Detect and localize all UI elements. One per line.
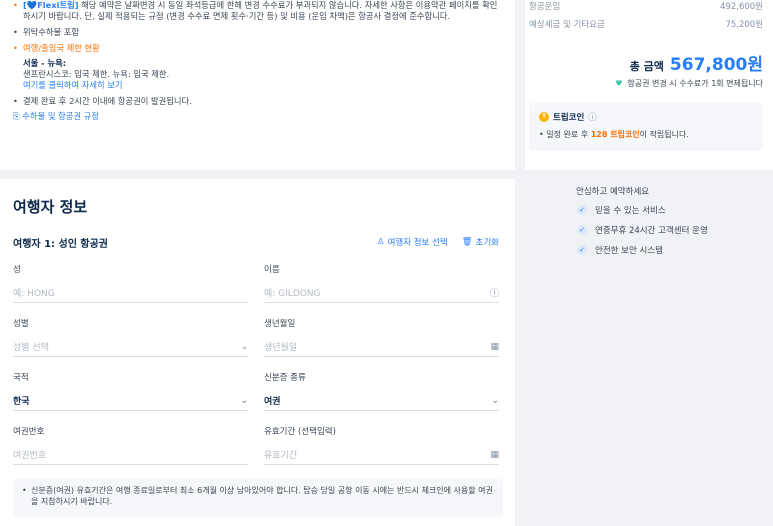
given-name-field: 이름 예: GILDONG ⓘ — [264, 263, 499, 303]
chevron-down-icon: ⌄ — [491, 395, 499, 406]
birthdate-field: 생년월일 생년월일 ▦ — [264, 317, 499, 357]
select-traveler-button[interactable]: ♙ 여행자 정보 선택 — [377, 236, 448, 248]
assurance-panel: 안심하고 예약하세요 ✓ 믿을 수 있는 서비스 ✓ 연중무휴 24시간 고객센… — [525, 179, 773, 279]
trash-icon: 🗑 — [461, 237, 473, 247]
restriction-title: 여행/출입국 제한 현황 — [23, 43, 100, 53]
assurance-item: ✓ 안전한 보안 시스템 — [577, 244, 663, 256]
flexi-note: • [💙Flexi트립] 해당 예약은 날짜변경 시 동일 좌석등급에 한해 변… — [13, 0, 498, 21]
baggage-rules-link[interactable]: ⎘ 수하물 및 항공권 규정 — [13, 111, 503, 122]
flexi-tag: [💙Flexi트립] — [23, 0, 79, 10]
chevron-down-icon: ⌄ — [240, 341, 248, 352]
traveler-heading: 여행자 1: 성인 항공권 — [13, 239, 109, 250]
assurance-item: ✓ 연중무휴 24시간 고객센터 운영 — [577, 224, 708, 236]
restriction-note: • 여행/출입국 제한 현황 — [13, 43, 100, 53]
calendar-icon[interactable]: ▦ — [490, 342, 499, 352]
help-icon[interactable]: ⓘ — [490, 286, 499, 299]
expiry-input[interactable]: 유효기간 ▦ — [264, 445, 499, 465]
gender-select[interactable]: 성별 선택 ⌄ — [13, 337, 248, 357]
surname-field: 성 예: HONG — [13, 263, 248, 303]
heart-icon: ♥ — [615, 79, 623, 88]
traveler-info-card: 여행자 정보 여행자 1: 성인 항공권 ♙ 여행자 정보 선택 🗑 초기화 성… — [0, 179, 515, 526]
reset-button[interactable]: 🗑 초기화 — [462, 236, 499, 248]
fare-summary-card: 항공운임 492,600원 예상세금 및 기타요금 75,200원 총 금액 5… — [525, 0, 773, 170]
assurance-title: 안심하고 예약하세요 — [576, 187, 650, 197]
booking-notes: • [💙Flexi트립] 해당 예약은 날짜변경 시 동일 좌석등급에 한해 변… — [13, 0, 503, 122]
booking-notes-card: • [💙Flexi트립] 해당 예약은 날짜변경 시 동일 좌석등급에 한해 변… — [0, 0, 515, 170]
gender-field: 성별 성별 선택 ⌄ — [13, 317, 248, 357]
id-type-field: 신분증 종류 여권 ⌄ — [264, 371, 499, 411]
trip-coin-desc: • 일정 완료 후 128 트립코인이 적립됩니다. — [539, 130, 689, 139]
passport-disclaimer: • 신분증(여권) 유효기간은 여행 종료일로부터 최소 6개월 이상 남아있어… — [13, 479, 503, 517]
given-name-input[interactable]: 예: GILDONG ⓘ — [264, 283, 499, 303]
id-type-select[interactable]: 여권 ⌄ — [264, 391, 499, 411]
ticketing-note: • 결제 완료 후 2시간 이내에 항공권이 발권됩니다. — [13, 96, 192, 106]
nationality-field: 국적 한국 ⌄ — [13, 371, 248, 411]
surname-input[interactable]: 예: HONG — [13, 283, 248, 303]
calendar-icon[interactable]: ▦ — [490, 450, 499, 460]
traveler-actions: ♙ 여행자 정보 선택 🗑 초기화 — [377, 236, 499, 248]
coin-icon: T — [539, 112, 549, 122]
person-icon: ♙ — [376, 237, 385, 247]
section-title: 여행자 정보 — [13, 198, 88, 216]
check-icon: ✓ — [577, 225, 587, 235]
change-fee-waiver: ♥ 항공권 변경 시 수수료가 1회 면제됩니다 — [615, 79, 763, 88]
chevron-down-icon: ⌄ — [240, 395, 248, 406]
nationality-select[interactable]: 한국 ⌄ — [13, 391, 248, 411]
check-icon: ✓ — [577, 205, 587, 215]
total-price: 총 금액 567,800원 — [629, 55, 763, 75]
passport-number-input[interactable]: 여권번호 — [13, 445, 248, 465]
trip-coin-box: T 트립코인 ⓘ • 일정 완료 후 128 트립코인이 적립됩니다. — [529, 103, 763, 151]
birthdate-input[interactable]: 생년월일 ▦ — [264, 337, 499, 357]
consignment-note: • 위탁수하물 포함 — [13, 27, 80, 37]
expiry-field: 유효기간 (선택입력) 유효기간 ▦ — [264, 425, 499, 465]
restriction-link[interactable]: 여기를 클릭하여 자세히 보기 — [13, 80, 503, 91]
passport-number-field: 여권번호 여권번호 — [13, 425, 248, 465]
flexi-text: 해당 예약은 날짜변경 시 동일 좌석등급에 한해 변경 수수료가 부과되지 않… — [23, 0, 498, 21]
help-icon[interactable]: ⓘ — [588, 111, 597, 123]
assurance-item: ✓ 믿을 수 있는 서비스 — [577, 204, 666, 216]
check-icon: ✓ — [577, 245, 587, 255]
document-icon: ⎘ — [13, 111, 20, 121]
restriction-detail: 샌프란시스코: 입국 제한. 뉴욕: 입국 제한. — [23, 69, 170, 79]
restriction-route: 서울 - 뉴욕: — [23, 58, 67, 68]
fare-row-airfare: 항공운임 492,600원 — [529, 2, 763, 12]
fare-row-taxes: 예상세금 및 기타요금 75,200원 — [529, 20, 763, 30]
